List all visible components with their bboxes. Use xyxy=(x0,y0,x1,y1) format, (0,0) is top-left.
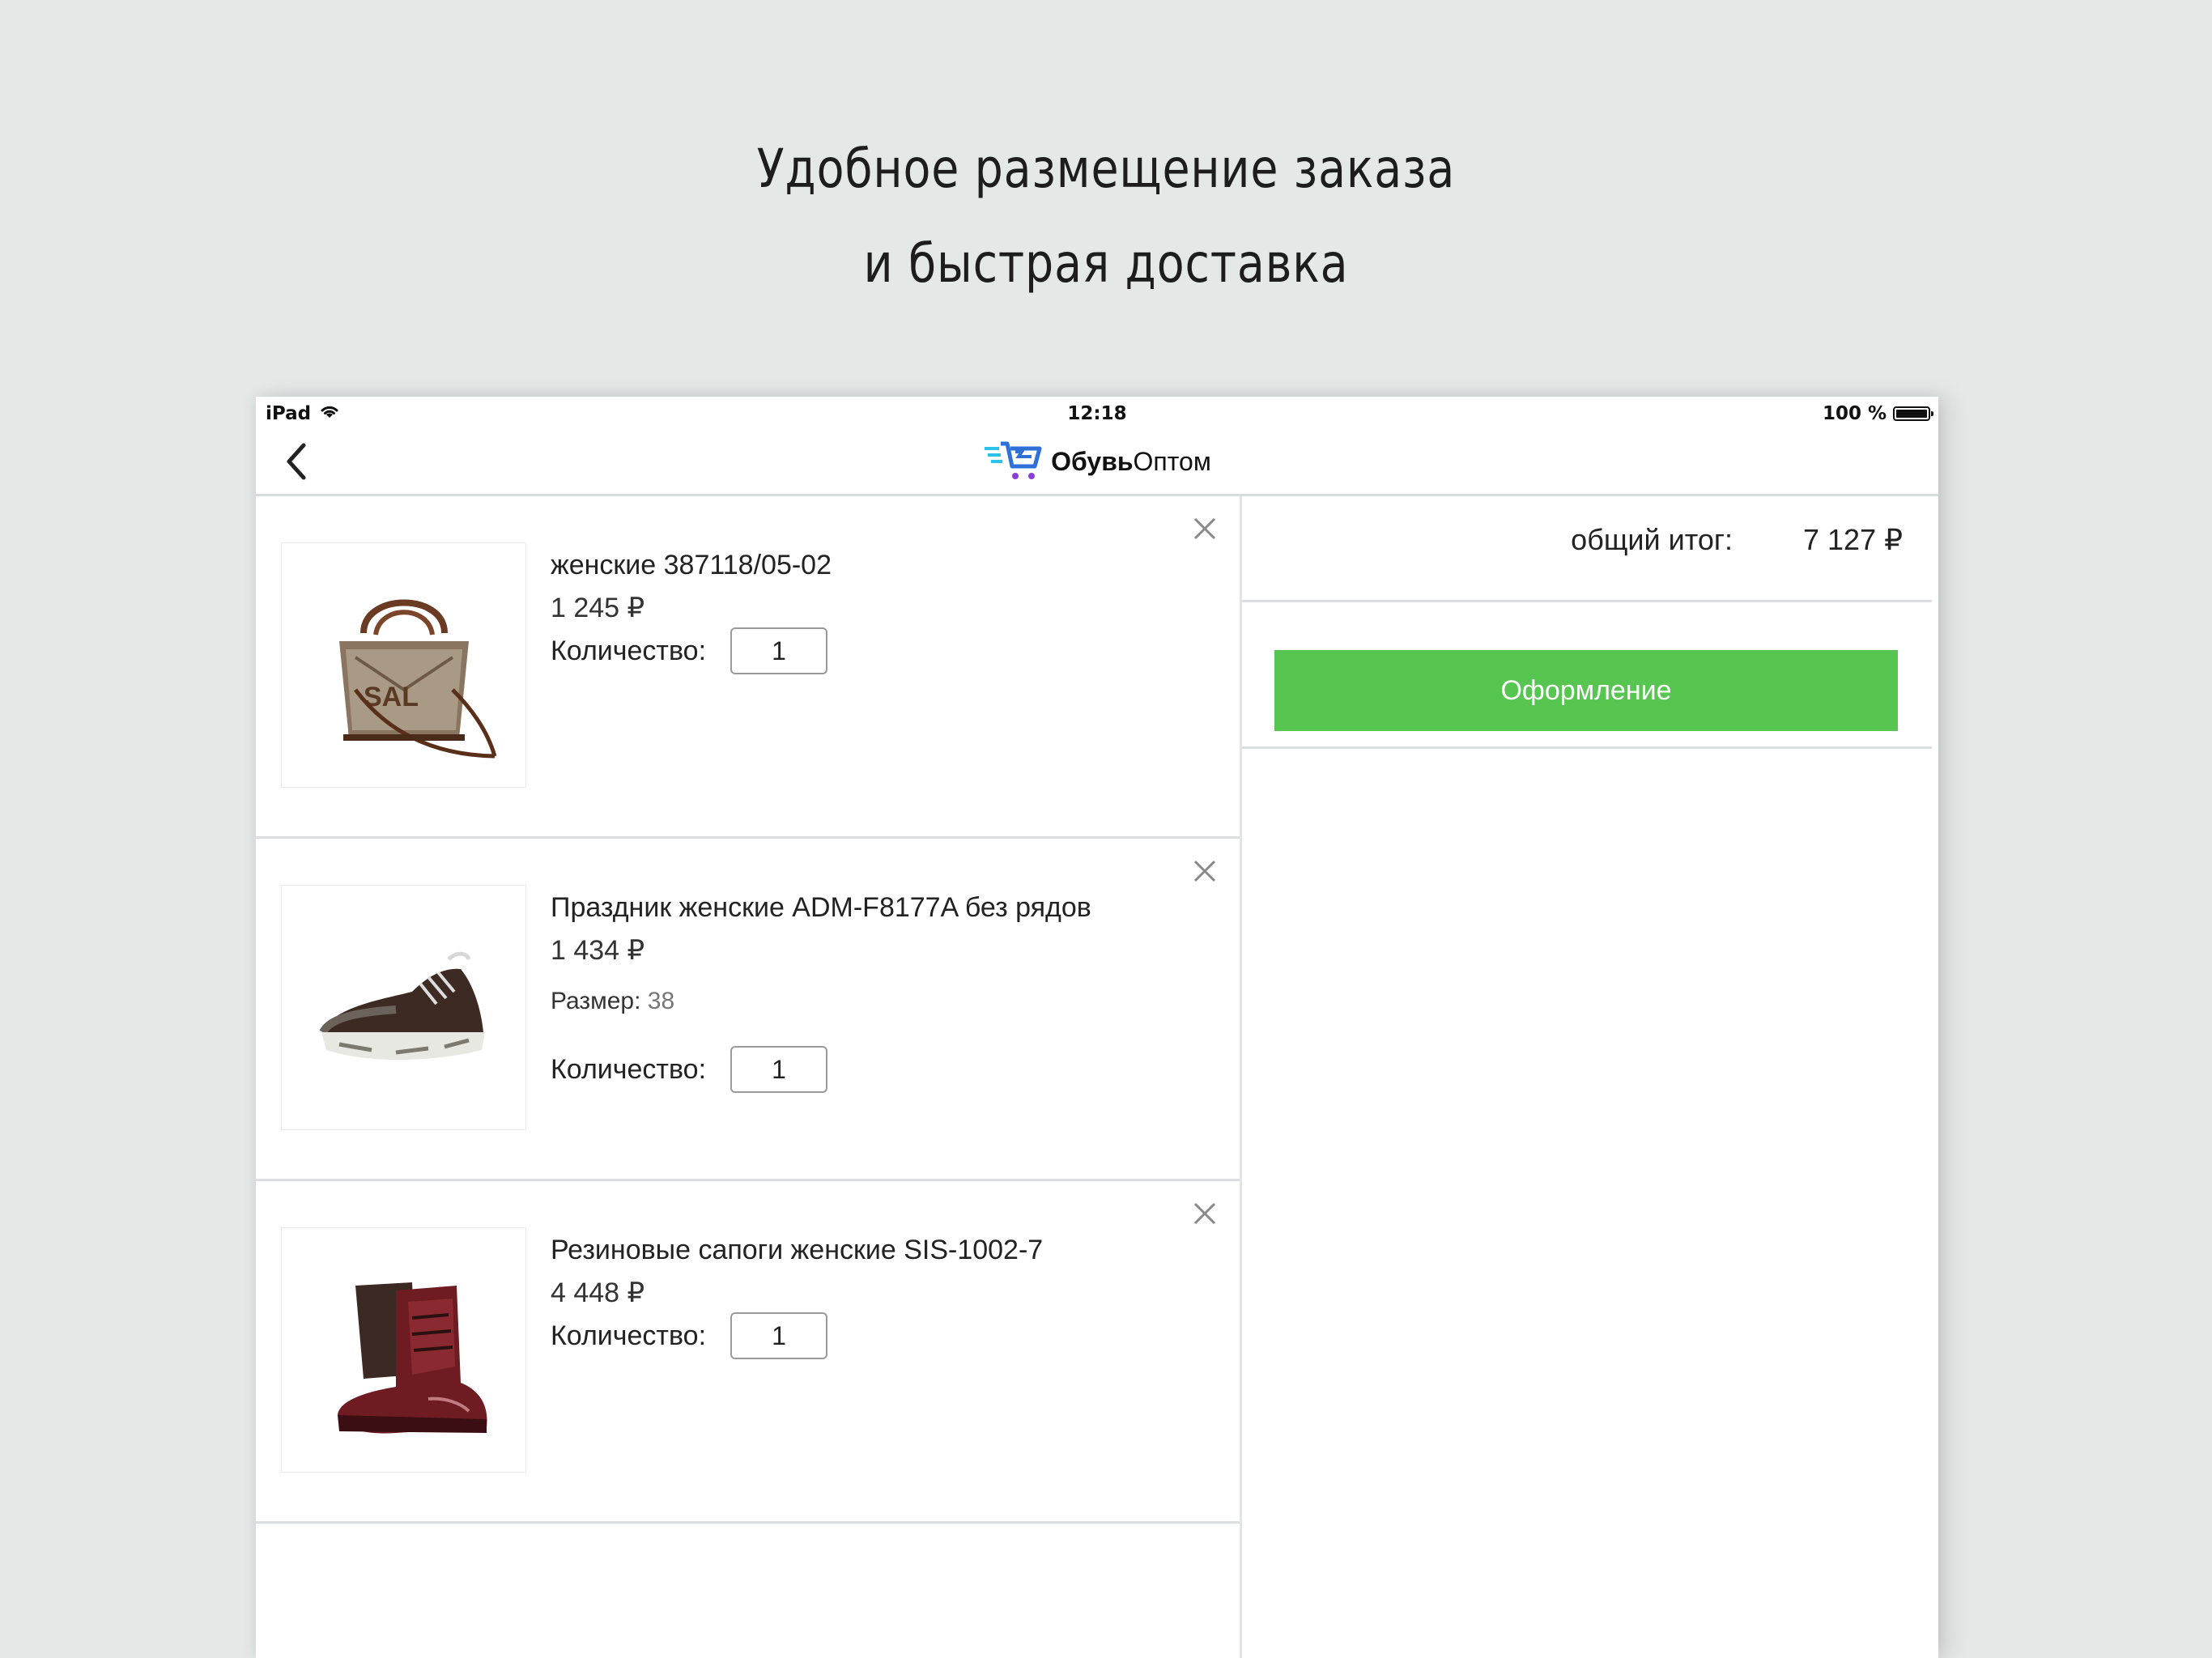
quantity-input[interactable]: 1 xyxy=(730,1312,828,1359)
clock: 12:18 xyxy=(1067,403,1127,424)
headline-line-1: Удобное размещение заказа xyxy=(756,138,1456,200)
order-summary: общий итог: 7 127 ₽ Оформление xyxy=(1242,496,1938,1658)
item-name[interactable]: Резиновые сапоги женские SIS-1002-7 xyxy=(551,1235,1043,1266)
battery-icon xyxy=(1893,406,1933,421)
item-price: 1 245 ₽ xyxy=(551,593,645,623)
total-label: общий итог: xyxy=(1571,523,1733,556)
cart-logo-icon xyxy=(985,441,1042,479)
close-icon xyxy=(1193,1202,1216,1225)
handbag-image[interactable]: SAL xyxy=(281,542,526,788)
size-label: Размер: xyxy=(551,988,641,1014)
nav-bar: ОбувьОптом xyxy=(256,432,1938,496)
remove-item-button[interactable] xyxy=(1189,512,1221,545)
remove-item-button[interactable] xyxy=(1189,1197,1221,1230)
quantity-row: Количество: 1 xyxy=(551,1046,828,1093)
cart-item: Праздник женские ADM-F8177A без рядов 1 … xyxy=(256,839,1240,1181)
remove-item-button[interactable] xyxy=(1189,855,1221,887)
close-icon xyxy=(1193,517,1216,540)
size-value: 38 xyxy=(647,988,675,1014)
ipad-screen: iPad 12:18 100 % ОбувьОптом SAL женские … xyxy=(256,397,1938,1658)
cart-item: SAL женские 387118/05-02 1 245 ₽ Количес… xyxy=(256,496,1240,839)
quantity-row: Количество: 1 xyxy=(551,627,828,674)
quantity-input[interactable]: 1 xyxy=(730,1046,828,1093)
quantity-label: Количество: xyxy=(551,1320,707,1351)
promo-headline: Удобное размещение заказа и быстрая дост… xyxy=(177,121,2035,311)
quantity-label: Количество: xyxy=(551,1053,707,1085)
sneaker-image[interactable] xyxy=(281,885,526,1130)
quantity-row: Количество: 1 xyxy=(551,1312,828,1359)
status-bar: iPad 12:18 100 % xyxy=(256,397,1938,432)
rubber-boot-image[interactable] xyxy=(281,1227,526,1473)
headline-line-2: и быстрая доставка xyxy=(863,232,1349,295)
item-name[interactable]: женские 387118/05-02 xyxy=(551,550,832,581)
item-price: 1 434 ₽ xyxy=(551,935,645,966)
battery-percent: 100 % xyxy=(1822,403,1887,424)
quantity-input[interactable]: 1 xyxy=(730,627,828,674)
cart-items-list: SAL женские 387118/05-02 1 245 ₽ Количес… xyxy=(256,496,1242,1658)
checkout-button[interactable]: Оформление xyxy=(1274,650,1898,731)
total-value: 7 127 ₽ xyxy=(1803,523,1903,556)
app-logo: ОбувьОптом xyxy=(256,437,1938,486)
item-price: 4 448 ₽ xyxy=(551,1278,645,1308)
item-name[interactable]: Праздник женские ADM-F8177A без рядов xyxy=(551,892,1091,924)
quantity-label: Количество: xyxy=(551,635,707,666)
close-icon xyxy=(1193,860,1216,882)
total-row: общий итог: 7 127 ₽ xyxy=(1242,496,1932,602)
checkout-section: Оформление xyxy=(1242,602,1932,749)
item-size: Размер: 38 xyxy=(551,988,674,1015)
logo-text: ОбувьОптом xyxy=(1051,446,1211,476)
cart-item: Резиновые сапоги женские SIS-1002-7 4 44… xyxy=(256,1181,1240,1524)
